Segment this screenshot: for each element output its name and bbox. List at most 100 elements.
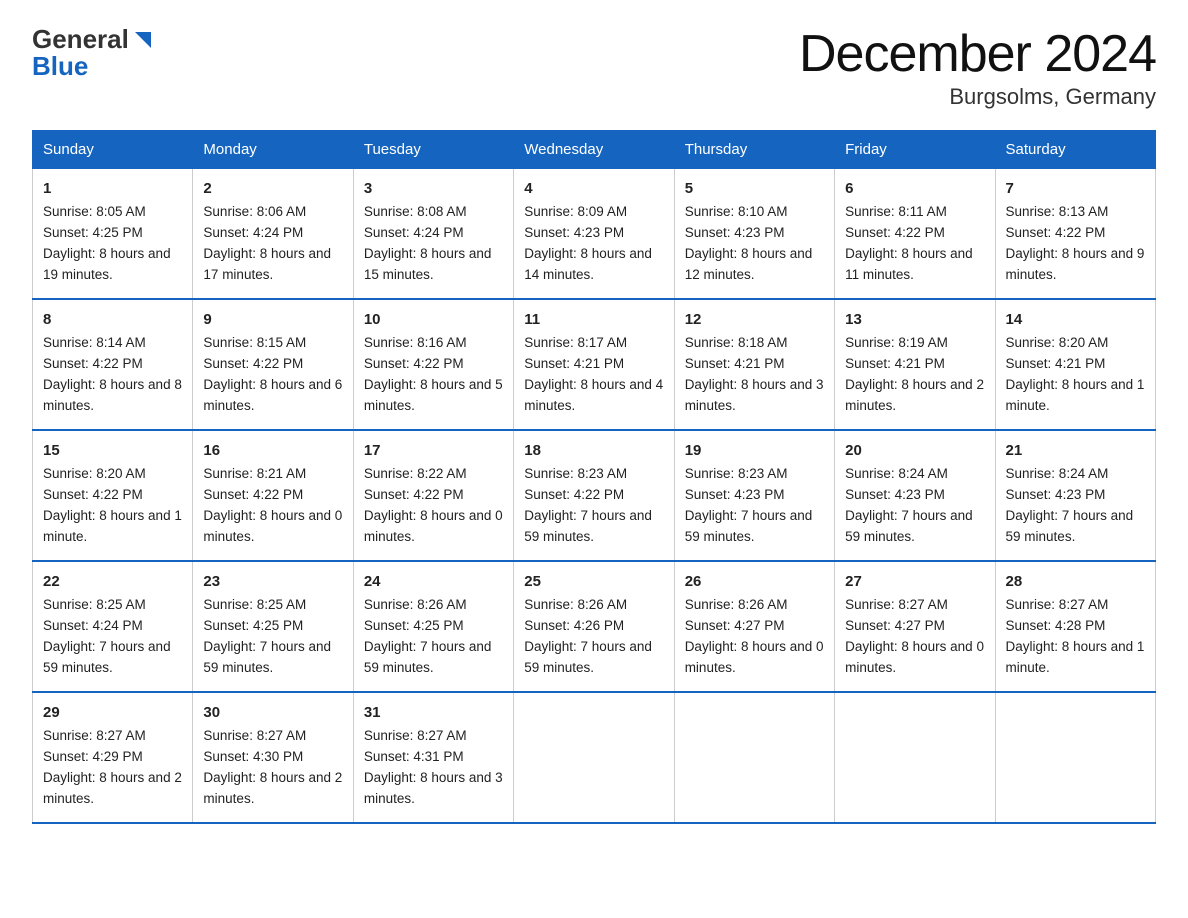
sunrise-label: Sunrise: 8:10 AM [685,204,788,219]
daylight-label: Daylight: 8 hours and 11 minutes. [845,246,973,282]
sunset-label: Sunset: 4:22 PM [203,356,303,371]
calendar-cell: 22Sunrise: 8:25 AMSunset: 4:24 PMDayligh… [33,561,193,692]
calendar-cell: 8 Sunrise: 8:14 AM Sunset: 4:22 PM Daylight… [33,299,193,430]
daylight-label: Daylight: 7 hours and 59 minutes. [845,508,973,544]
sunrise-label: Sunrise: 8:20 AM [1006,335,1109,350]
calendar-cell: 12Sunrise: 8:18 AMSunset: 4:21 PMDayligh… [674,299,834,430]
sunset-label: Sunset: 4:23 PM [685,225,785,240]
day-number: 2 [203,177,342,200]
calendar-table: Sunday Monday Tuesday Wednesday Thursday… [32,130,1156,824]
calendar-cell: 9Sunrise: 8:15 AMSunset: 4:22 PMDaylight… [193,299,353,430]
day-number: 3 [364,177,503,200]
daylight-label: Daylight: 8 hours and 15 minutes. [364,246,492,282]
sunrise-label: Sunrise: 8:15 AM [203,335,306,350]
day-number: 7 [1006,177,1145,200]
sunset-label: Sunset: 4:29 PM [43,749,143,764]
calendar-cell: 19Sunrise: 8:23 AMSunset: 4:23 PMDayligh… [674,430,834,561]
sunrise-label: Sunrise: 8:14 AM [43,335,146,350]
col-thursday: Thursday [674,131,834,169]
calendar-cell: 28Sunrise: 8:27 AMSunset: 4:28 PMDayligh… [995,561,1155,692]
calendar-cell [835,692,995,823]
day-number: 17 [364,439,503,462]
calendar-cell [995,692,1155,823]
calendar-week-row: 29Sunrise: 8:27 AMSunset: 4:29 PMDayligh… [33,692,1156,823]
daylight-label: Daylight: 8 hours and 8 minutes. [43,377,182,413]
calendar-cell: 31Sunrise: 8:27 AMSunset: 4:31 PMDayligh… [353,692,513,823]
sunset-label: Sunset: 4:23 PM [524,225,624,240]
day-number: 6 [845,177,984,200]
sunrise-label: Sunrise: 8:22 AM [364,466,467,481]
daylight-label: Daylight: 8 hours and 0 minutes. [845,639,984,675]
day-number: 25 [524,570,663,593]
calendar-cell: 29Sunrise: 8:27 AMSunset: 4:29 PMDayligh… [33,692,193,823]
day-number: 8 [43,308,182,331]
calendar-cell: 20Sunrise: 8:24 AMSunset: 4:23 PMDayligh… [835,430,995,561]
page-subtitle: Burgsolms, Germany [799,84,1156,110]
daylight-label: Daylight: 8 hours and 12 minutes. [685,246,813,282]
calendar-cell [674,692,834,823]
sunset-label: Sunset: 4:23 PM [1006,487,1106,502]
sunset-label: Sunset: 4:22 PM [203,487,303,502]
day-number: 13 [845,308,984,331]
calendar-cell: 30Sunrise: 8:27 AMSunset: 4:30 PMDayligh… [193,692,353,823]
calendar-cell: 11Sunrise: 8:17 AMSunset: 4:21 PMDayligh… [514,299,674,430]
sunrise-label: Sunrise: 8:18 AM [685,335,788,350]
calendar-cell: 25Sunrise: 8:26 AMSunset: 4:26 PMDayligh… [514,561,674,692]
day-number: 26 [685,570,824,593]
calendar-cell: 14Sunrise: 8:20 AMSunset: 4:21 PMDayligh… [995,299,1155,430]
calendar-cell: 2Sunrise: 8:06 AMSunset: 4:24 PMDaylight… [193,169,353,299]
daylight-label: Daylight: 8 hours and 3 minutes. [685,377,824,413]
day-number: 1 [43,177,182,200]
sunset-label: Sunset: 4:22 PM [524,487,624,502]
day-number: 10 [364,308,503,331]
sunrise-label: Sunrise: 8:16 AM [364,335,467,350]
sunrise-label: Sunrise: 8:19 AM [845,335,948,350]
sunset-label: Sunset: 4:23 PM [845,487,945,502]
sunrise-label: Sunrise: 8:26 AM [364,597,467,612]
day-number: 27 [845,570,984,593]
sunrise-label: Sunrise: 8:09 AM [524,204,627,219]
calendar-cell: 6Sunrise: 8:11 AMSunset: 4:22 PMDaylight… [835,169,995,299]
sunrise-label: Sunrise: 8:24 AM [1006,466,1109,481]
daylight-label: Daylight: 8 hours and 2 minutes. [845,377,984,413]
sunset-label: Sunset: 4:22 PM [364,356,464,371]
daylight-label: Daylight: 8 hours and 0 minutes. [364,508,503,544]
logo-triangle-icon [129,26,157,54]
calendar-cell: 5Sunrise: 8:10 AMSunset: 4:23 PMDaylight… [674,169,834,299]
daylight-label: Daylight: 7 hours and 59 minutes. [43,639,171,675]
daylight-label: Daylight: 8 hours and 4 minutes. [524,377,663,413]
calendar-cell: 3Sunrise: 8:08 AMSunset: 4:24 PMDaylight… [353,169,513,299]
calendar-cell: 15Sunrise: 8:20 AMSunset: 4:22 PMDayligh… [33,430,193,561]
day-number: 14 [1006,308,1145,331]
col-wednesday: Wednesday [514,131,674,169]
sunset-label: Sunset: 4:31 PM [364,749,464,764]
sunset-label: Sunset: 4:21 PM [845,356,945,371]
calendar-cell: 17Sunrise: 8:22 AMSunset: 4:22 PMDayligh… [353,430,513,561]
sunset-label: Sunset: 4:22 PM [43,487,143,502]
day-number: 23 [203,570,342,593]
day-number: 30 [203,701,342,724]
logo-blue: Blue [32,51,88,82]
daylight-label: Daylight: 8 hours and 6 minutes. [203,377,342,413]
sunset-label: Sunset: 4:25 PM [43,225,143,240]
day-number: 11 [524,308,663,331]
calendar-cell: 26Sunrise: 8:26 AMSunset: 4:27 PMDayligh… [674,561,834,692]
sunrise-label: Sunrise: 8:05 AM [43,204,146,219]
calendar-cell: 21Sunrise: 8:24 AMSunset: 4:23 PMDayligh… [995,430,1155,561]
day-number: 29 [43,701,182,724]
sunset-label: Sunset: 4:22 PM [43,356,143,371]
sunrise-label: Sunrise: 8:23 AM [524,466,627,481]
sunrise-label: Sunrise: 8:11 AM [845,204,947,219]
sunrise-label: Sunrise: 8:13 AM [1006,204,1109,219]
day-number: 31 [364,701,503,724]
sunset-label: Sunset: 4:25 PM [364,618,464,633]
daylight-label: Daylight: 7 hours and 59 minutes. [364,639,492,675]
daylight-label: Daylight: 8 hours and 5 minutes. [364,377,503,413]
sunset-label: Sunset: 4:21 PM [524,356,624,371]
title-block: December 2024 Burgsolms, Germany [799,24,1156,110]
calendar-week-row: 15Sunrise: 8:20 AMSunset: 4:22 PMDayligh… [33,430,1156,561]
sunrise-label: Sunrise: 8:27 AM [845,597,948,612]
calendar-cell: 1Sunrise: 8:05 AMSunset: 4:25 PMDaylight… [33,169,193,299]
day-number: 16 [203,439,342,462]
sunset-label: Sunset: 4:26 PM [524,618,624,633]
